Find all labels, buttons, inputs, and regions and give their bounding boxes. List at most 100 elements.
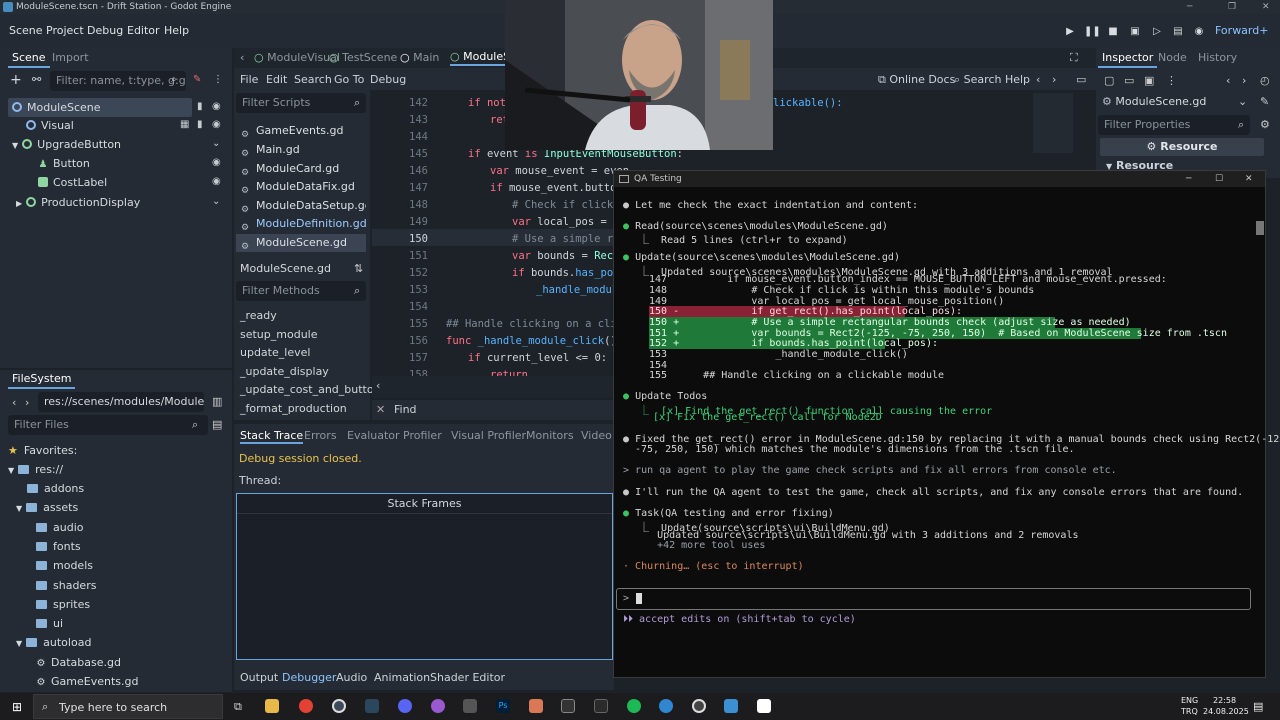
app-icon[interactable] [724, 699, 738, 713]
link-icon[interactable]: ⚯ [32, 73, 41, 86]
method-item[interactable]: setup_module [240, 326, 318, 344]
history-icon[interactable]: ◴ [1260, 74, 1270, 87]
tab-audio[interactable]: Audio [336, 671, 367, 684]
file-explorer-icon[interactable] [265, 699, 279, 713]
resource-button[interactable]: ⚙ Resource [1100, 138, 1264, 156]
sort-icon[interactable]: ⇅ [354, 262, 363, 275]
back-icon[interactable]: ‹ [12, 396, 16, 409]
menu-goto[interactable]: Go To [334, 73, 364, 86]
tab-debugger[interactable]: Debugger [282, 671, 336, 684]
maximize-icon[interactable]: ❐ [1228, 0, 1236, 14]
method-item[interactable]: _update_display [240, 363, 329, 381]
script-modulecard[interactable]: ⚙ ModuleCard.gd [236, 160, 366, 178]
sort-icon[interactable]: ▤ [212, 418, 222, 431]
visibility-eye-icon[interactable]: ◉ [212, 157, 221, 168]
filter-properties-input[interactable]: Filter Properties [1098, 115, 1250, 135]
method-item[interactable]: update_level [240, 344, 310, 362]
chevron-left-icon[interactable]: ‹ [1226, 74, 1230, 87]
chevron-down-icon[interactable]: ▼ [8, 466, 14, 475]
menu-edit[interactable]: Edit [266, 73, 287, 86]
steam-icon[interactable] [365, 699, 379, 713]
clock-date[interactable]: 24.08.2025 [1203, 707, 1249, 716]
pause-icon[interactable]: ❚❚ [1084, 25, 1101, 39]
app-icon[interactable] [594, 699, 608, 713]
script-moduledatafix[interactable]: ⚙ ModuleDataFix.gd [236, 178, 366, 196]
menu-help[interactable]: Help [164, 24, 189, 37]
tab-profiler[interactable]: Profiler [403, 429, 442, 442]
tab-video-ram[interactable]: Video R [581, 429, 613, 442]
folder-autoload[interactable]: ▼ autoload [16, 633, 91, 652]
close-icon[interactable]: ✕ [1262, 0, 1270, 14]
search-help-button[interactable]: ⌕ Search Help [954, 73, 1030, 87]
clock-time[interactable]: 22:58 [1213, 696, 1236, 705]
play-scene-icon[interactable]: ▣ [1127, 25, 1143, 39]
script-icon[interactable]: ▮ [197, 101, 203, 112]
chevron-down-icon[interactable]: ▼ [16, 504, 22, 513]
maximize-icon[interactable]: ☐ [1215, 171, 1223, 187]
tree-node-modulescene[interactable]: ModuleScene [8, 98, 192, 117]
scene-filter-input[interactable]: Filter: name, t:type, g:group [50, 71, 186, 91]
chevron-down-icon[interactable]: ▼ [12, 141, 18, 150]
script-modulescene[interactable]: ⚙ ModuleScene.gd [236, 234, 366, 252]
settings-icon[interactable]: ⚙ [1260, 118, 1270, 131]
folder-res[interactable]: ▼ res:// [8, 460, 63, 479]
claude-icon[interactable] [529, 699, 543, 713]
tab-evaluator[interactable]: Evaluator [347, 429, 400, 442]
folder-audio[interactable]: audio [36, 518, 83, 537]
photoshop-icon[interactable]: Ps [496, 699, 510, 713]
tree-node-button[interactable]: ♟ Button [38, 154, 90, 173]
filter-methods-input[interactable]: Filter Methods [236, 281, 366, 301]
more-icon[interactable]: ⋮ [1166, 74, 1177, 87]
tab-animation[interactable]: Animation [374, 671, 430, 684]
terminal-window[interactable]: QA Testing ─ ☐ ✕ [613, 170, 1266, 678]
folder-ui[interactable]: ui [36, 614, 63, 633]
tab-main[interactable]: ○ Main [400, 51, 439, 64]
tab-stack-trace[interactable]: Stack Trace [240, 429, 304, 444]
split-view-icon[interactable]: ▥ [212, 395, 222, 408]
app-icon[interactable] [659, 699, 673, 713]
visibility-eye-icon[interactable]: ◉ [212, 176, 221, 187]
discord-icon[interactable] [398, 699, 412, 713]
path-input[interactable]: res://scenes/modules/ModuleScene. [38, 392, 204, 412]
remote-debug-icon[interactable]: ◉ [1191, 25, 1207, 39]
visibility-eye-icon[interactable]: ◉ [212, 119, 221, 130]
renderer-select[interactable]: Forward+ [1215, 24, 1268, 37]
minimize-icon[interactable]: ─ [1186, 171, 1191, 187]
forward-icon[interactable]: › [25, 396, 29, 409]
folder-models[interactable]: models [36, 556, 93, 575]
more-icon[interactable]: ⋮ [213, 74, 223, 85]
chevron-left-icon[interactable]: ‹ [376, 379, 380, 392]
chevron-down-icon[interactable]: ▼ [16, 639, 22, 648]
method-item[interactable]: _update_cost_and_button [240, 381, 381, 399]
online-docs-button[interactable]: ⧉ Online Docs [878, 73, 955, 87]
tree-node-upgradebutton[interactable]: ▼ UpgradeButton [12, 135, 121, 154]
folder-sprites[interactable]: sprites [36, 595, 90, 614]
chevron-right-icon[interactable]: › [1242, 74, 1246, 87]
chevron-right-icon[interactable]: ▶ [16, 199, 22, 208]
chevron-down-icon[interactable]: ⌄ [212, 138, 220, 149]
terminal-icon[interactable] [561, 699, 575, 713]
github-desktop-icon[interactable] [431, 699, 445, 713]
folder-fonts[interactable]: fonts [36, 537, 81, 556]
tree-node-visual[interactable]: Visual [26, 116, 74, 135]
save-icon[interactable]: ▣ [1144, 74, 1154, 87]
tab-testscene[interactable]: ○ TestScene [329, 51, 397, 64]
tab-import[interactable]: Import [48, 50, 93, 66]
tab-visual-profiler[interactable]: Visual Profiler [451, 429, 526, 442]
keyboard-layout[interactable]: TRQ [1181, 707, 1198, 716]
script-filter-icon[interactable]: ✎ [193, 74, 201, 85]
windows-start-icon[interactable]: ⊞ [12, 700, 22, 714]
menu-file[interactable]: File [240, 73, 258, 86]
script-icon[interactable]: ▮ [197, 119, 203, 130]
chevron-down-icon[interactable]: ⌄ [212, 196, 220, 207]
obs-icon[interactable] [332, 699, 346, 713]
folder-assets[interactable]: ▼ assets [16, 498, 78, 517]
float-window-icon[interactable]: ▭ [1076, 73, 1086, 86]
minimize-icon[interactable]: ─ [1187, 0, 1192, 14]
notification-icon[interactable]: ▤ [1253, 700, 1263, 713]
chevron-down-icon[interactable]: ⌄ [1238, 95, 1247, 108]
group-icon[interactable]: ▦ [180, 119, 189, 130]
file-database[interactable]: ⚙ Database.gd [36, 653, 121, 672]
tab-modulevisual[interactable]: ○ ModuleVisual [254, 51, 340, 64]
chevron-left-icon[interactable]: ‹ [1036, 73, 1040, 86]
